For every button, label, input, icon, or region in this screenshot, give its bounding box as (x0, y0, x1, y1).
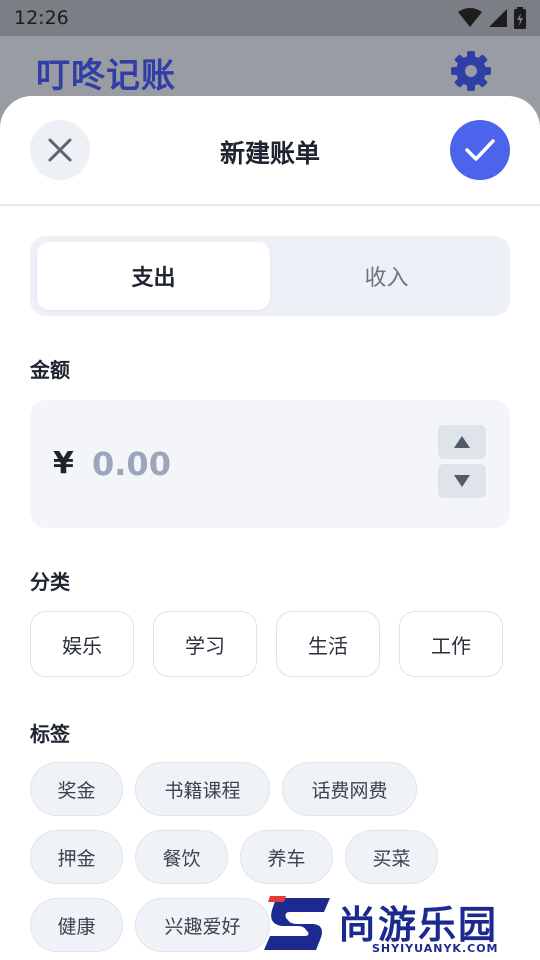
arrow-down-icon (454, 475, 470, 487)
status-time: 12:26 (14, 7, 69, 29)
wifi-icon (458, 8, 482, 27)
tag-phone-internet[interactable]: 话费网费 (282, 762, 417, 816)
status-icons (458, 7, 526, 29)
new-bill-sheet: 新建账单 支出 收入 金额 ¥ 分类 娱乐 学习 生活 工作 (0, 96, 540, 960)
type-segmented-control: 支出 收入 (30, 236, 510, 316)
gear-icon[interactable] (449, 49, 493, 93)
tag-books-courses[interactable]: 书籍课程 (135, 762, 270, 816)
tag-dining[interactable]: 餐饮 (135, 830, 228, 884)
category-list: 娱乐 学习 生活 工作 (30, 611, 510, 679)
tags-label: 标签 (30, 722, 70, 746)
tab-income[interactable]: 收入 (270, 242, 503, 310)
arrow-up-icon (454, 436, 470, 448)
battery-icon (514, 7, 526, 29)
amount-box: ¥ (30, 400, 510, 528)
tag-car[interactable]: 养车 (240, 830, 333, 884)
tag-deposit[interactable]: 押金 (30, 830, 123, 884)
status-bar: 12:26 (0, 0, 540, 36)
category-work[interactable]: 工作 (399, 611, 503, 677)
header-divider (0, 204, 540, 206)
watermark-domain: SHYIYUANYK.COM (372, 942, 499, 955)
tag-bonus[interactable]: 奖金 (30, 762, 123, 816)
currency-symbol: ¥ (53, 446, 74, 481)
signal-icon (489, 9, 507, 27)
amount-label: 金额 (30, 358, 70, 382)
amount-input[interactable] (92, 440, 392, 488)
watermark-logo: 尚游乐园 SHYIYUANYK.COM (262, 892, 540, 960)
watermark-brand: 尚游乐园 (338, 903, 499, 947)
tab-expense[interactable]: 支出 (37, 242, 270, 310)
tag-health[interactable]: 健康 (30, 898, 123, 952)
tag-groceries[interactable]: 买菜 (345, 830, 438, 884)
category-life[interactable]: 生活 (276, 611, 380, 677)
app-title: 叮咚记账 (36, 56, 176, 96)
check-icon (465, 139, 495, 161)
tag-hobbies[interactable]: 兴趣爱好 (135, 898, 270, 952)
confirm-button[interactable] (450, 120, 510, 180)
category-study[interactable]: 学习 (153, 611, 257, 677)
watermark-s-icon (264, 896, 330, 950)
category-entertainment[interactable]: 娱乐 (30, 611, 134, 677)
sheet-header: 新建账单 (0, 96, 540, 206)
decrement-button[interactable] (438, 464, 486, 498)
increment-button[interactable] (438, 425, 486, 459)
category-label: 分类 (30, 570, 70, 594)
